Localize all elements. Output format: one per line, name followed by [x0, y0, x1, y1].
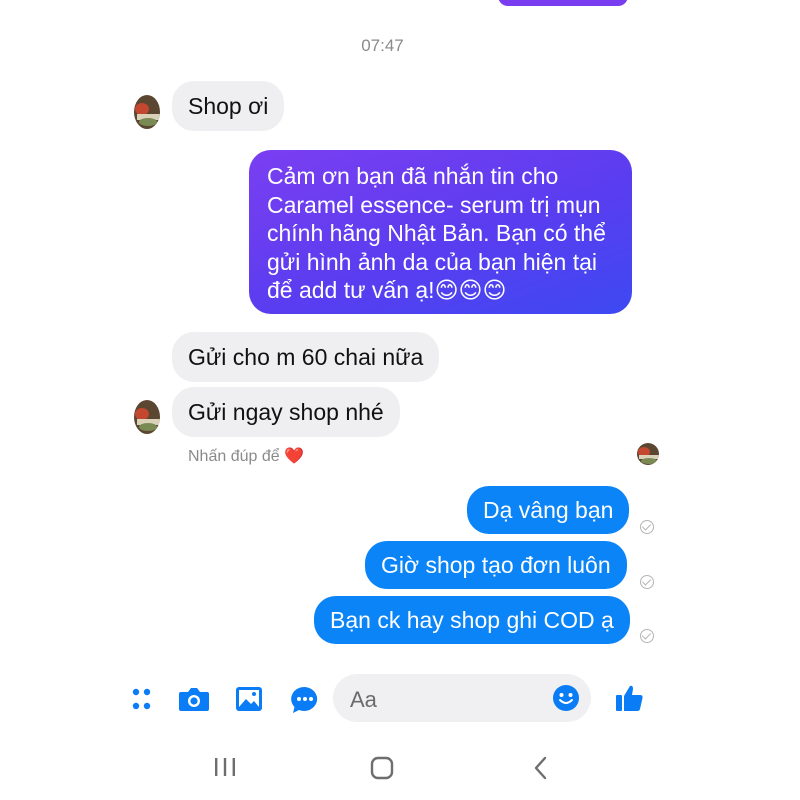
outgoing-message[interactable]: Giờ shop tạo đơn luôn — [365, 541, 627, 589]
message-line: Cảm ơn bạn đã nhắn tin cho — [267, 163, 559, 189]
camera-icon[interactable] — [178, 684, 210, 719]
message-input-placeholder: Aa — [350, 687, 377, 712]
outgoing-message[interactable]: Dạ vâng bạn — [467, 486, 630, 534]
incoming-message[interactable]: Gửi cho m 60 chai nữa — [172, 332, 440, 382]
outgoing-message[interactable]: Bạn ck hay shop ghi COD ạ — [314, 596, 630, 644]
delivered-check-icon — [640, 629, 654, 643]
contact-avatar[interactable] — [134, 400, 160, 434]
menu-dots-icon[interactable] — [132, 686, 152, 719]
outgoing-message-long[interactable]: Cảm ơn bạn đã nhắn tin cho Caramel essen… — [249, 150, 632, 314]
incoming-message[interactable]: Gửi ngay shop nhé — [172, 387, 400, 437]
incoming-message[interactable]: Shop ơi — [172, 81, 285, 131]
seen-avatar — [637, 443, 659, 465]
emoji-icon[interactable] — [552, 684, 580, 717]
message-line: chính hãng Nhật Bản. Bạn có thể — [267, 220, 606, 246]
message-line: để add tư vấn ạ!😊😊😊 — [267, 277, 507, 303]
back-icon[interactable] — [532, 756, 550, 785]
recent-apps-icon[interactable] — [212, 756, 238, 783]
chat-icon[interactable] — [289, 684, 321, 721]
double-tap-hint: Nhấn đúp để ❤️ — [188, 448, 304, 465]
previous-message-bubble — [498, 0, 628, 6]
timestamp: 07:47 — [361, 36, 404, 55]
message-line: Caramel essence- serum trị mụn — [267, 191, 601, 218]
contact-avatar[interactable] — [134, 95, 160, 129]
message-line: gửi hình ảnh da của bạn hiện tại — [267, 248, 597, 275]
delivered-check-icon — [640, 520, 654, 534]
thumbs-up-icon[interactable] — [614, 682, 644, 719]
image-icon[interactable] — [234, 684, 264, 719]
delivered-check-icon — [640, 575, 654, 589]
home-icon[interactable] — [370, 756, 394, 785]
